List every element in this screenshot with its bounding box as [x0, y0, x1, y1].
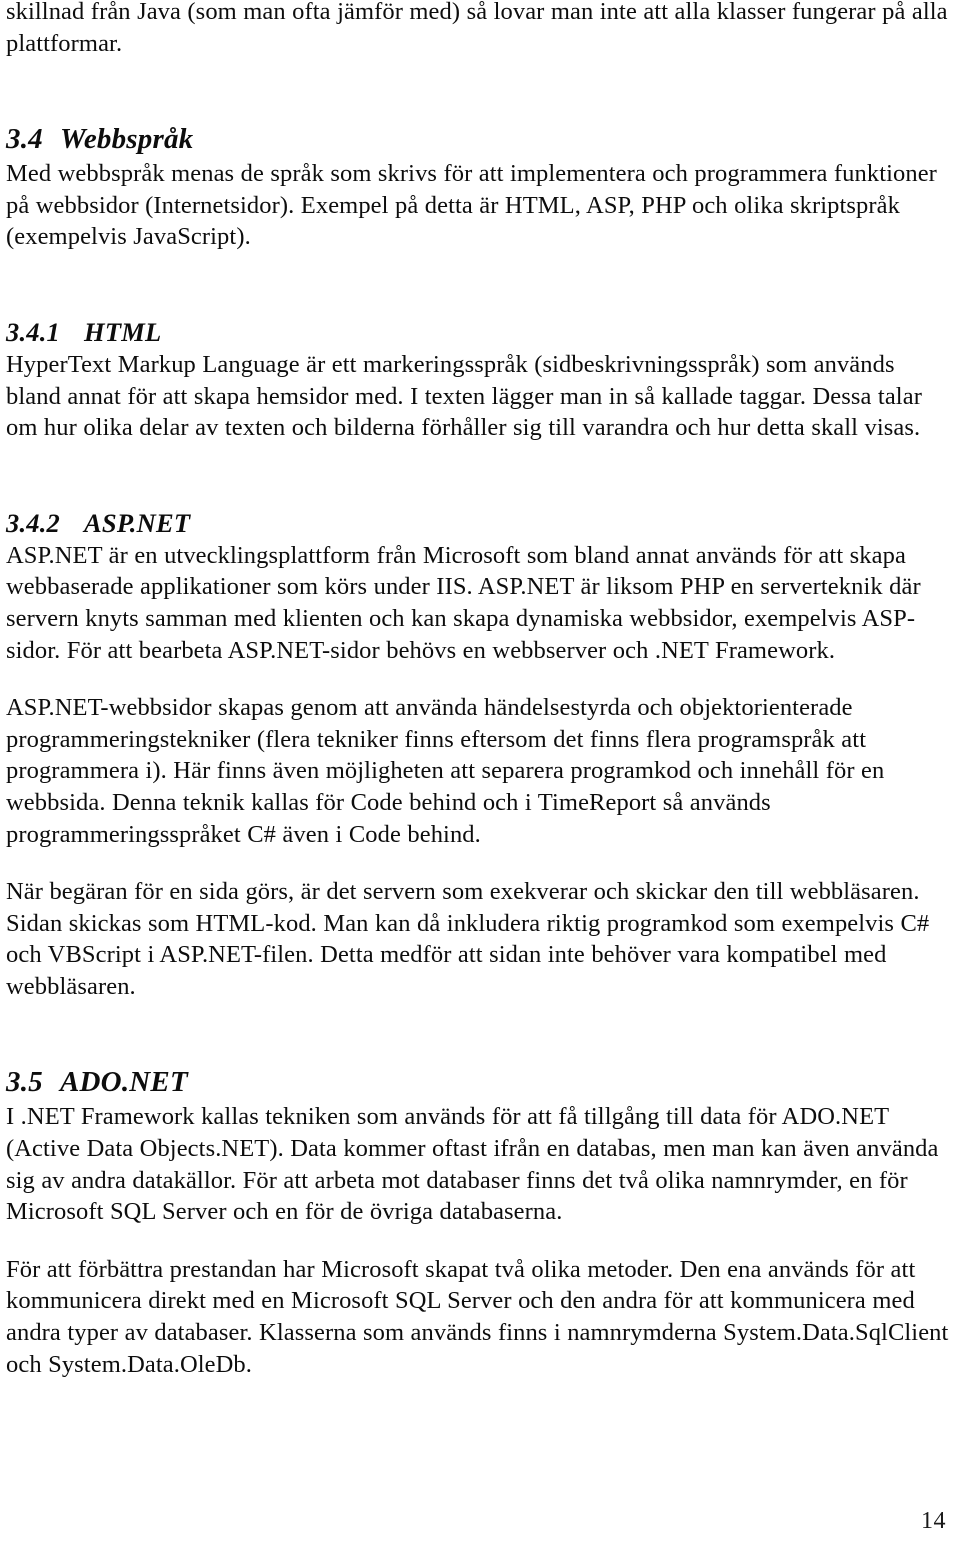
heading-3-4-2-number: 3.4.2 — [6, 507, 60, 538]
page-number: 14 — [921, 1508, 946, 1534]
section-3-4-2-paragraph-3: När begäran för en sida görs, är det ser… — [6, 878, 930, 1000]
intro-paragraph: skillnad från Java (som man ofta jämför … — [6, 0, 948, 57]
heading-3-5: 3.5 ADO.NET — [6, 1064, 954, 1101]
heading-3-4-1: 3.4.1 HTML — [6, 315, 954, 349]
section-3-5-paragraph-1: I .NET Framework kallas tekniken som anv… — [6, 1103, 939, 1226]
section-3-4-paragraph: Med webbspråk menas de språk som skrivs … — [6, 160, 937, 251]
page-content: skillnad från Java (som man ofta jämför … — [6, 0, 954, 1380]
heading-3-4-2: 3.4.2 ASP.NET — [6, 506, 954, 540]
heading-3-4-title: Webbspråk — [60, 123, 194, 156]
section-3-4-2-paragraph-1: ASP.NET är en utvecklingsplattform från … — [6, 541, 921, 664]
heading-3-5-title: ADO.NET — [60, 1066, 188, 1099]
heading-3-4-2-title: ASP.NET — [84, 507, 191, 538]
section-3-5-paragraph-2: För att förbättra prestandan har Microso… — [6, 1255, 949, 1378]
section-3-4-1-paragraph: HyperText Markup Language är ett markeri… — [6, 350, 922, 442]
heading-3-4-1-title: HTML — [84, 316, 162, 347]
heading-3-4-number: 3.4 — [6, 123, 43, 156]
section-3-4-2-paragraph-2: ASP.NET-webbsidor skapas genom att använ… — [6, 694, 885, 848]
heading-3-4: 3.4 Webbspråk — [6, 121, 954, 158]
heading-3-5-number: 3.5 — [6, 1066, 43, 1099]
heading-3-4-1-number: 3.4.1 — [6, 316, 60, 347]
document-page: skillnad från Java (som man ofta jämför … — [0, 0, 960, 1543]
